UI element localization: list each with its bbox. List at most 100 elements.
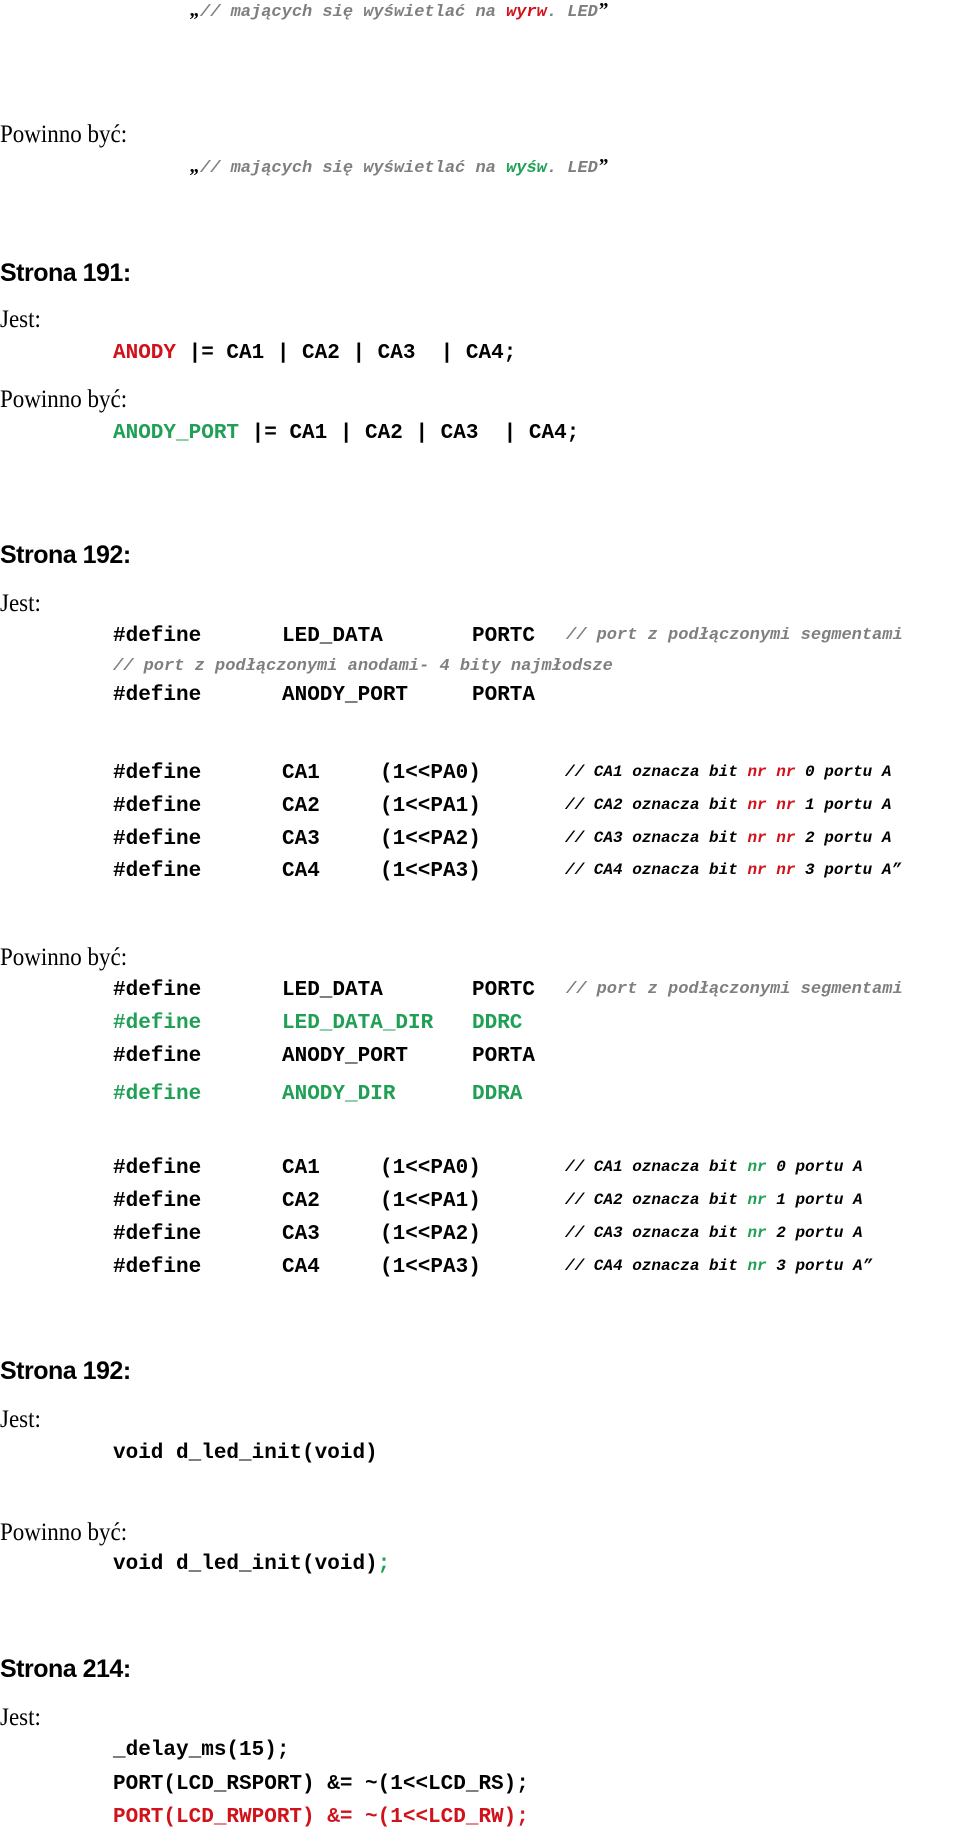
corrected-text: ANODY_PORT: [113, 422, 240, 445]
text-segment: 1 portu A: [766, 1191, 863, 1209]
erroneous-text: nr nr: [747, 796, 796, 814]
text-segment: // mających się wyświetlać na: [200, 3, 507, 22]
define-name: CA1: [282, 1157, 320, 1180]
corrected-text: nr: [747, 1191, 767, 1209]
is-label: Jest:: [0, 590, 41, 617]
erroneous-text: nr nr: [747, 763, 796, 781]
define-name: CA3: [282, 1223, 320, 1246]
define-comment: // CA4 oznacza bit nr 3 portu A”: [565, 1258, 872, 1274]
text-segment: // CA2 oznacza bit: [565, 796, 748, 814]
corrected-text: nr: [747, 1224, 767, 1242]
text-segment: _delay_ms(15);: [113, 1739, 290, 1762]
should-be-label: Powinno być:: [0, 121, 128, 148]
define-keyword: #define: [113, 1083, 202, 1106]
text-segment: PORT(LCD_RSPORT) &= ~(1<<LCD_RS);: [113, 1773, 529, 1796]
should-be-label: Powinno być:: [0, 386, 128, 413]
code-line: void d_led_init(void);: [113, 1554, 390, 1575]
text-segment: // CA1 oznacza bit: [565, 763, 748, 781]
define-value: DDRC: [472, 1012, 523, 1035]
define-name: CA1: [282, 762, 320, 785]
code-comment-line: // port z podłączonymi anodami- 4 bity n…: [113, 657, 613, 676]
corrected-text: nr: [747, 1158, 767, 1176]
define-keyword: #define: [113, 762, 202, 785]
code-line: PORT(LCD_RWPORT) &= ~(1<<LCD_RW);: [113, 1807, 529, 1828]
define-keyword: #define: [113, 1012, 202, 1035]
define-comment: // CA2 oznacza bit nr 1 portu A: [565, 1192, 863, 1208]
corrected-text: wyśw: [506, 159, 547, 178]
page-section-heading: Strona 192:: [0, 1357, 131, 1385]
text-segment: // CA1 oznacza bit: [565, 1158, 748, 1176]
define-value: (1<<PA3): [380, 860, 481, 883]
define-name: CA2: [282, 1190, 320, 1213]
define-keyword: #define: [113, 1256, 202, 1279]
define-name: ANODY_DIR: [282, 1083, 396, 1106]
should-be-label: Powinno być:: [0, 944, 128, 971]
define-value: (1<<PA3): [380, 1256, 481, 1279]
define-value: PORTA: [472, 1045, 536, 1068]
define-name: CA4: [282, 1256, 320, 1279]
erroneous-text: PORT(LCD_RWPORT) &= ~(1<<LCD_RW);: [113, 1806, 529, 1829]
define-keyword: #define: [113, 828, 202, 851]
quoted-code-line: „// mających się wyświetlać na wyśw. LED…: [190, 156, 608, 177]
quoted-code-line: „// mających się wyświetlać na wyrw. LED…: [190, 0, 608, 21]
define-keyword: #define: [113, 1045, 202, 1068]
text-segment: // CA3 oznacza bit: [565, 829, 748, 847]
text-segment: |= CA1 | CA2 | CA3 | CA4;: [239, 422, 580, 445]
define-keyword: #define: [113, 795, 202, 818]
quote-mark: „: [190, 155, 200, 177]
define-keyword: #define: [113, 1157, 202, 1180]
define-keyword: #define: [113, 684, 202, 707]
define-comment: // CA1 oznacza bit nr nr 0 portu A: [565, 764, 891, 780]
define-value: PORTC: [472, 625, 536, 648]
define-name: ANODY_PORT: [282, 1045, 409, 1068]
text-segment: 1 portu A: [795, 796, 892, 814]
define-comment: // CA2 oznacza bit nr nr 1 portu A: [565, 797, 891, 813]
is-label: Jest:: [0, 1406, 41, 1433]
text-segment: // mających się wyświetlać na: [200, 159, 507, 178]
text-segment: 0 portu A: [766, 1158, 863, 1176]
text-segment: // CA2 oznacza bit: [565, 1191, 748, 1209]
define-name: ANODY_PORT: [282, 684, 409, 707]
define-comment: // CA4 oznacza bit nr nr 3 portu A”: [565, 862, 901, 878]
text-segment: 0 portu A: [795, 763, 892, 781]
define-value: (1<<PA2): [380, 828, 481, 851]
define-value: (1<<PA1): [380, 795, 481, 818]
code-line: ANODY_PORT |= CA1 | CA2 | CA3 | CA4;: [113, 423, 579, 444]
text-segment: . LED: [546, 3, 598, 22]
define-name: LED_DATA: [282, 625, 383, 648]
corrected-text: nr: [747, 1257, 767, 1275]
define-name: CA3: [282, 828, 320, 851]
text-segment: // CA4 oznacza bit: [565, 1257, 748, 1275]
erroneous-text: nr nr: [747, 861, 796, 879]
define-value: (1<<PA1): [380, 1190, 481, 1213]
code-line: void d_led_init(void): [113, 1443, 378, 1464]
define-name: CA2: [282, 795, 320, 818]
quote-mark: ”: [597, 0, 608, 21]
is-label: Jest:: [0, 1704, 41, 1731]
define-name: CA4: [282, 860, 320, 883]
should-be-label: Powinno być:: [0, 1519, 128, 1546]
erroneous-text: wyrw: [506, 3, 547, 22]
corrected-text: ;: [377, 1553, 391, 1576]
define-value: (1<<PA2): [380, 1223, 481, 1246]
define-comment: // CA3 oznacza bit nr nr 2 portu A: [565, 830, 891, 846]
text-segment: // CA4 oznacza bit: [565, 861, 748, 879]
define-value: PORTA: [472, 684, 536, 707]
define-comment: // CA1 oznacza bit nr 0 portu A: [565, 1159, 863, 1175]
code-line: ANODY |= CA1 | CA2 | CA3 | CA4;: [113, 343, 516, 364]
define-comment: // port z podłączonymi segmentami: [566, 626, 903, 645]
define-comment: // CA3 oznacza bit nr 2 portu A: [565, 1225, 863, 1241]
define-keyword: #define: [113, 1190, 202, 1213]
define-keyword: #define: [113, 625, 202, 648]
text-segment: void d_led_init(void): [113, 1553, 378, 1576]
text-segment: void d_led_init(void): [113, 1442, 378, 1465]
code-line: PORT(LCD_RSPORT) &= ~(1<<LCD_RS);: [113, 1774, 529, 1795]
define-name: LED_DATA: [282, 979, 383, 1002]
define-value: PORTC: [472, 979, 536, 1002]
define-value: (1<<PA0): [380, 1157, 481, 1180]
text-segment: |= CA1 | CA2 | CA3 | CA4;: [176, 342, 517, 365]
text-segment: 2 portu A: [795, 829, 892, 847]
define-value: DDRA: [472, 1083, 523, 1106]
page-section-heading: Strona 191:: [0, 259, 131, 287]
text-segment: 3 portu A”: [795, 861, 902, 879]
